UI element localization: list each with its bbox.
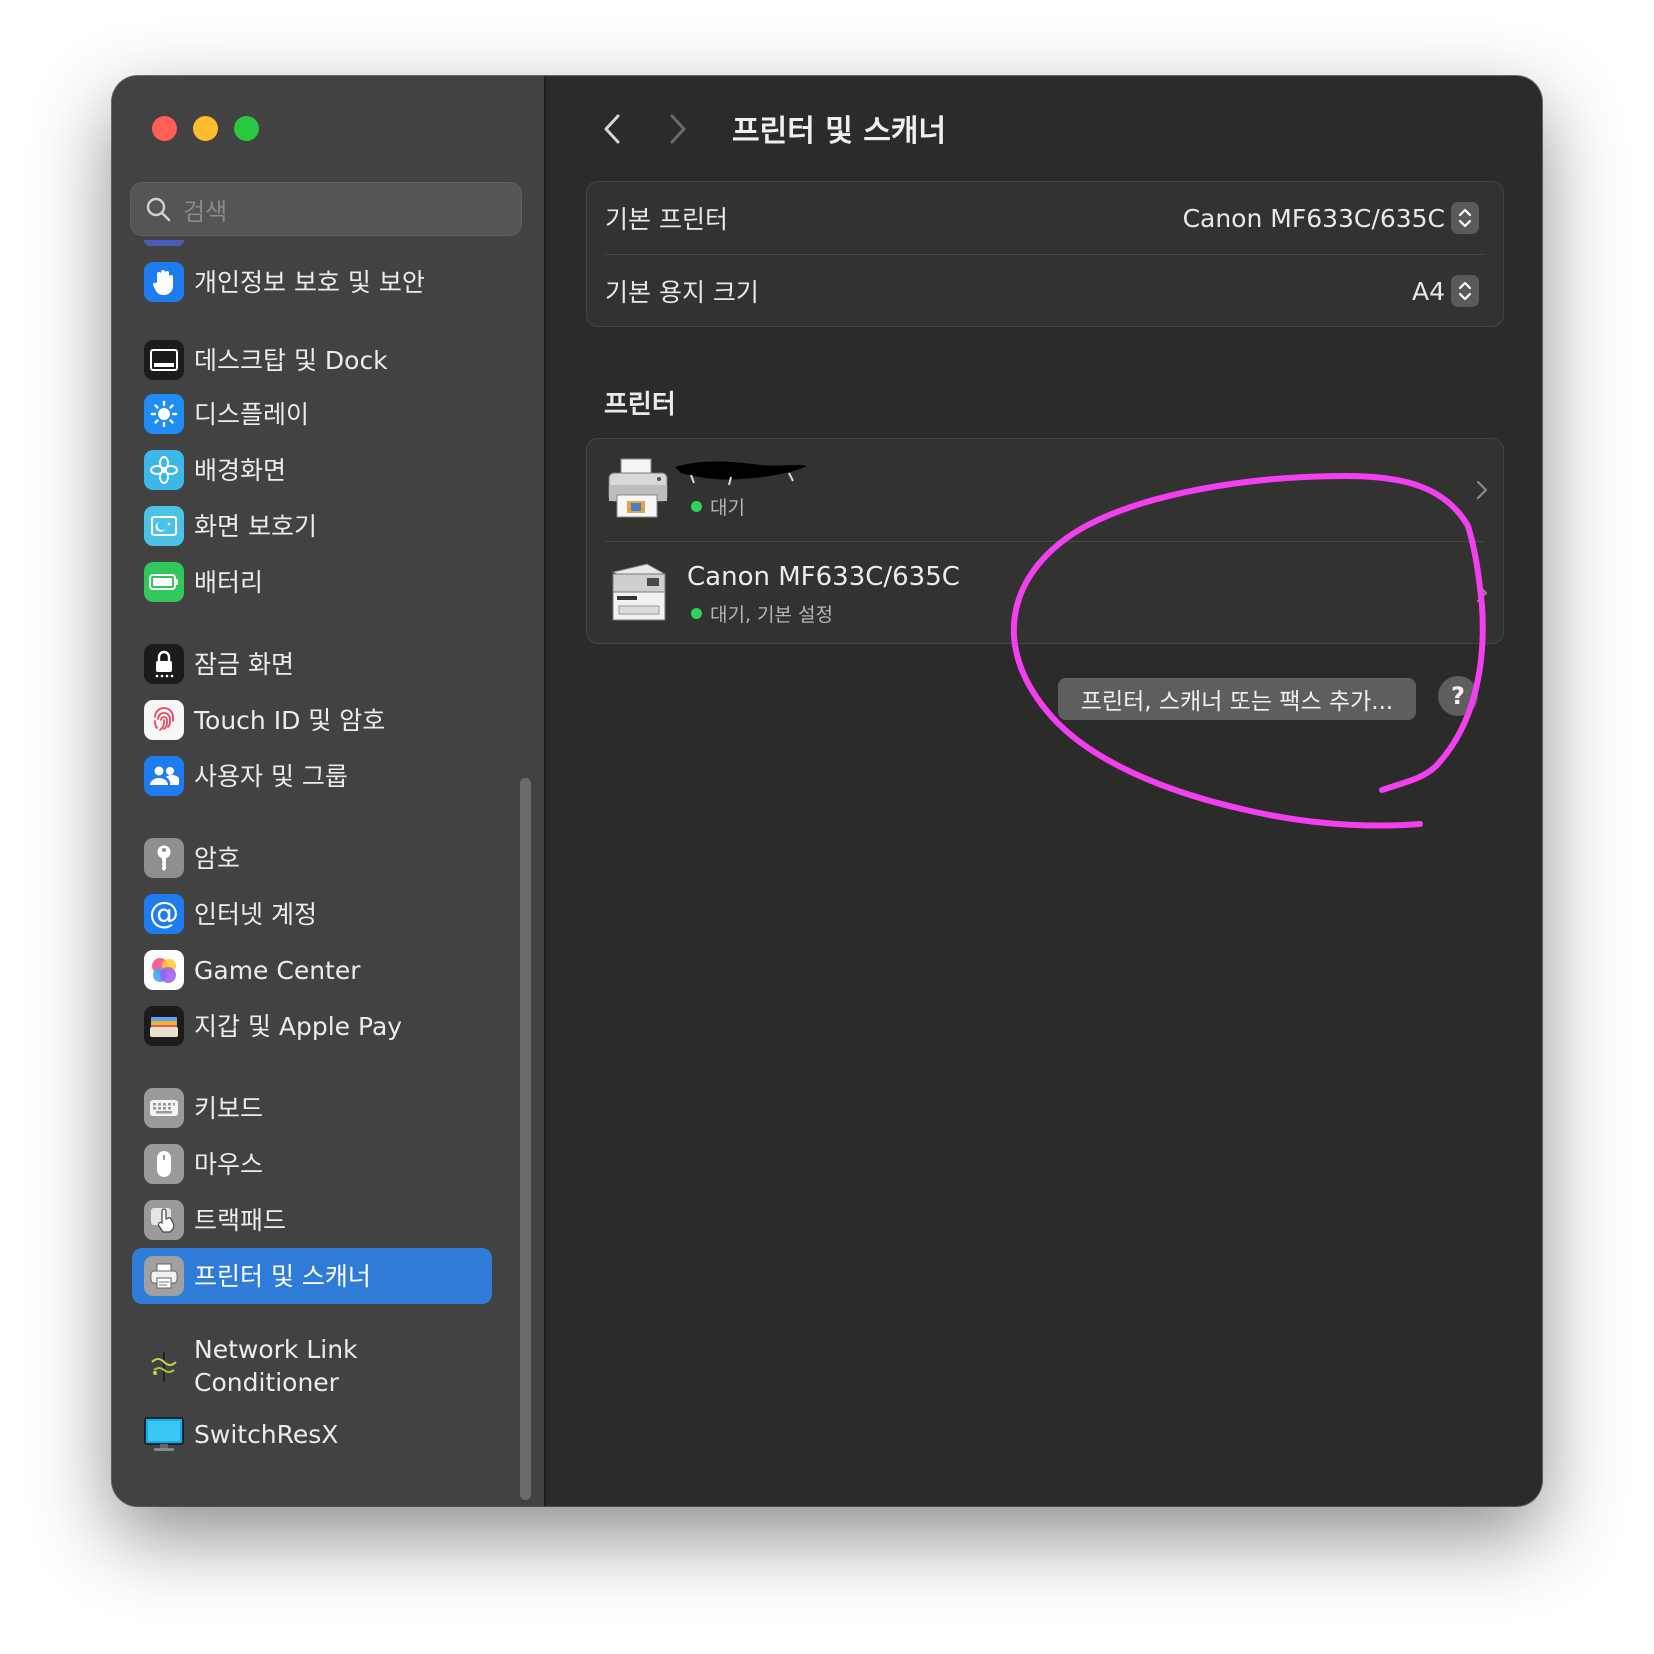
printer-row[interactable]: 대기 (587, 439, 1503, 541)
sidebar-item-desktop-dock[interactable]: 데스크탑 및 Dock (132, 332, 492, 388)
chevron-right-icon (1476, 480, 1488, 500)
screensaver-icon (144, 506, 184, 546)
back-chevron-icon[interactable] (600, 112, 624, 146)
sidebar-item-display[interactable]: 디스플레이 (132, 386, 492, 442)
main-pane: 프린터 및 스캐너 기본 프린터 Canon MF633C/635C 기본 용지… (546, 76, 1542, 1506)
trackpad-icon (144, 1200, 184, 1240)
sidebar-item-keyboard[interactable]: 키보드 (132, 1080, 492, 1136)
defaults-card: 기본 프린터 Canon MF633C/635C 기본 용지 크기 A4 (586, 181, 1504, 327)
status-dot (691, 608, 702, 619)
sidebar-item-touch-id[interactable]: Touch ID 및 암호 (132, 692, 492, 748)
sidebar-item-internet-accounts[interactable]: @ 인터넷 계정 (132, 886, 492, 942)
default-paper-stepper[interactable] (1451, 275, 1479, 307)
sidebar-scrollbar[interactable] (520, 778, 531, 1500)
status-dot (691, 501, 702, 512)
sidebar-item-users-groups[interactable]: 사용자 및 그룹 (132, 748, 492, 804)
printer-status: 대기, 기본 설정 (691, 600, 833, 627)
at-icon: @ (144, 894, 184, 934)
printers-card: 대기 Canon MF633C/635C 대기, 기본 설정 (586, 438, 1504, 644)
sidebar-item-passwords[interactable]: 암호 (132, 830, 492, 886)
redaction-scribble (675, 461, 807, 486)
sidebar-item-wallet[interactable]: 지갑 및 Apple Pay (132, 998, 492, 1054)
sidebar-item-game-center[interactable]: Game Center (132, 942, 492, 998)
battery-icon (144, 562, 184, 602)
sidebar-item-switchresx[interactable]: SwitchResX (132, 1406, 492, 1462)
network-link-icon (144, 1346, 184, 1386)
sidebar-item-privacy[interactable]: 개인정보 보호 및 보안 (132, 254, 492, 310)
default-paper-row[interactable]: 기본 용지 크기 A4 (587, 255, 1503, 327)
sidebar-item-network-link-conditioner[interactable]: Network Link Conditioner (132, 1330, 492, 1402)
flower-icon (144, 450, 184, 490)
forward-chevron-icon[interactable] (666, 112, 690, 146)
printer-status: 대기 (691, 493, 745, 520)
fingerprint-icon (144, 700, 184, 740)
printer-device-icon (608, 458, 668, 518)
chevron-right-icon (1476, 583, 1488, 603)
updown-chevron-icon (1458, 208, 1472, 228)
default-printer-value: Canon MF633C/635C (1182, 203, 1445, 233)
help-button[interactable]: ? (1438, 676, 1478, 716)
sidebar-item-lock-screen[interactable]: 잠금 화면 (132, 636, 492, 692)
default-printer-row[interactable]: 기본 프린터 Canon MF633C/635C (587, 182, 1503, 254)
sidebar-item-wallpaper[interactable]: 배경화면 (132, 442, 492, 498)
printer-name: Canon MF633C/635C (687, 562, 960, 592)
updown-chevron-icon (1458, 281, 1472, 301)
sidebar-list: 개인정보 보호 및 보안 데스크탑 및 Dock 디스플레이 배경화면 화면 보… (112, 76, 532, 1506)
lock-icon (144, 644, 184, 684)
add-printer-button[interactable]: 프린터, 스캐너 또는 팩스 추가... (1058, 678, 1416, 720)
multifunction-printer-icon (611, 563, 667, 621)
sidebar-item-screensaver[interactable]: 화면 보호기 (132, 498, 492, 554)
key-icon (144, 838, 184, 878)
printers-section-title: 프린터 (604, 390, 676, 420)
game-center-icon (144, 950, 184, 990)
monitor-icon (144, 1414, 184, 1454)
settings-window: 검색 개인정보 보호 및 보안 데스크탑 및 Dock 디스플레이 배경화면 화… (112, 76, 1542, 1506)
users-icon (144, 756, 184, 796)
sidebar-item-printers-scanners[interactable]: 프린터 및 스캐너 (132, 1248, 492, 1304)
page-title: 프린터 및 스캐너 (732, 114, 947, 149)
wallet-icon (144, 1006, 184, 1046)
keyboard-icon (144, 1088, 184, 1128)
default-paper-label: 기본 용지 크기 (605, 278, 759, 307)
sidebar-item-battery[interactable]: 배터리 (132, 554, 492, 610)
sidebar-item-trackpad[interactable]: 트랙패드 (132, 1192, 492, 1248)
sidebar: 검색 개인정보 보호 및 보안 데스크탑 및 Dock 디스플레이 배경화면 화… (112, 76, 546, 1506)
hand-icon (144, 262, 184, 302)
dock-icon (144, 340, 184, 380)
printer-icon (144, 1256, 184, 1296)
default-paper-value: A4 (1411, 276, 1445, 306)
partial-icon (144, 240, 184, 246)
mouse-icon (144, 1144, 184, 1184)
default-printer-label: 기본 프린터 (605, 205, 728, 234)
default-printer-stepper[interactable] (1451, 202, 1479, 234)
printer-row[interactable]: Canon MF633C/635C 대기, 기본 설정 (587, 542, 1503, 644)
sun-icon (144, 394, 184, 434)
sidebar-item-mouse[interactable]: 마우스 (132, 1136, 492, 1192)
